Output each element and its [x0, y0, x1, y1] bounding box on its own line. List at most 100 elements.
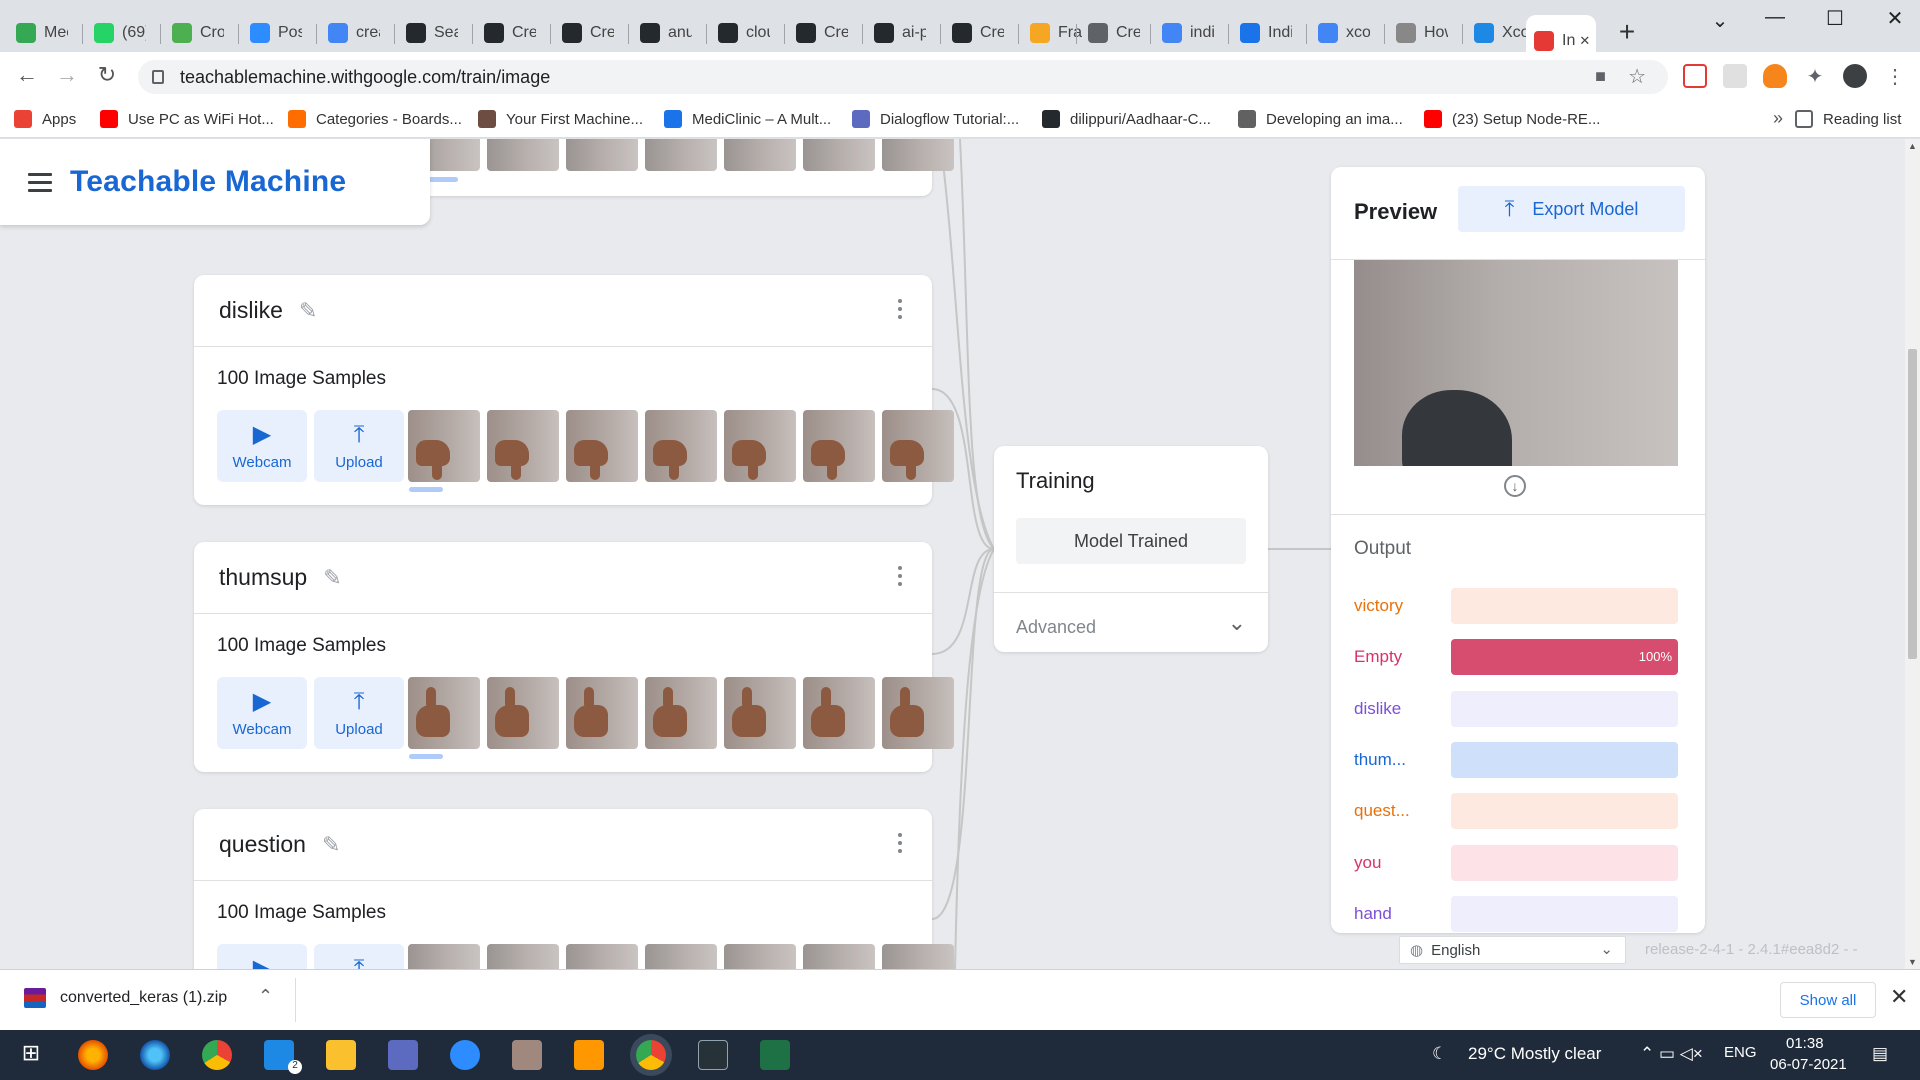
address-bar[interactable]: teachablemachine.withgoogle.com/train/im…	[138, 60, 1668, 94]
bookmark-item[interactable]: dilippuri/Aadhaar-C...	[1042, 110, 1211, 128]
firefox-icon[interactable]	[78, 1040, 108, 1070]
sample-thumbnail[interactable]	[487, 139, 559, 171]
sample-thumbnail[interactable]	[487, 944, 559, 969]
pocket-extension-icon[interactable]	[1683, 64, 1707, 88]
clock-time[interactable]: 01:38	[1786, 1035, 1824, 1052]
tab-1[interactable]: (69)	[86, 15, 146, 51]
scrollbar-thumb[interactable]	[1908, 349, 1917, 659]
more-bookmarks[interactable]: »	[1773, 108, 1783, 129]
train-model-button[interactable]: Model Trained	[1016, 518, 1246, 564]
sample-thumbnail[interactable]	[882, 944, 954, 969]
bookmark-item[interactable]: Apps	[14, 110, 76, 128]
sample-thumbnail[interactable]	[566, 139, 638, 171]
webcam-button[interactable]: ▶Webcam	[217, 677, 307, 749]
close-tab-icon[interactable]: ✕	[1579, 33, 1590, 49]
tab-18[interactable]: How	[1388, 15, 1448, 51]
tab-0[interactable]: Mee	[8, 15, 68, 51]
metamask-icon[interactable]	[1763, 64, 1787, 88]
new-tab-button[interactable]: +	[1612, 18, 1642, 46]
bookmark-item[interactable]: Developing an ima...	[1238, 110, 1403, 128]
hamburger-menu-icon[interactable]	[28, 172, 52, 192]
tab-16[interactable]: Indi	[1232, 15, 1292, 51]
extension-icon[interactable]	[1723, 64, 1747, 88]
clock-date[interactable]: 06-07-2021	[1770, 1056, 1847, 1073]
sample-thumbnail[interactable]	[408, 944, 480, 969]
bookmark-item[interactable]: Categories - Boards...	[288, 110, 462, 128]
zoom-icon[interactable]	[450, 1040, 480, 1070]
sample-thumbnail[interactable]	[408, 677, 480, 749]
close-icon[interactable]: ✕	[1890, 984, 1908, 1010]
sample-thumbnail[interactable]	[803, 677, 875, 749]
more-options-icon[interactable]	[898, 833, 902, 853]
reading-list-button[interactable]: Reading list	[1795, 110, 1901, 128]
upload-button[interactable]: ⤒Upload	[314, 410, 404, 482]
bookmark-item[interactable]: MediClinic – A Mult...	[664, 110, 831, 128]
network-app-icon[interactable]	[388, 1040, 418, 1070]
file-explorer-icon[interactable]	[326, 1040, 356, 1070]
class-name[interactable]: dislike	[219, 297, 283, 324]
sample-thumbnail[interactable]	[882, 410, 954, 482]
notifications-icon[interactable]: ▤	[1872, 1044, 1888, 1064]
tab-9[interactable]: clou	[710, 15, 770, 51]
bookmark-item[interactable]: Your First Machine...	[478, 110, 643, 128]
download-item[interactable]: converted_keras (1).zip	[24, 988, 227, 1008]
edge-icon[interactable]	[140, 1040, 170, 1070]
sample-thumbnail[interactable]	[566, 677, 638, 749]
forward-icon[interactable]: →	[52, 62, 82, 88]
camera-icon[interactable]: ■	[1595, 66, 1606, 87]
tab-14[interactable]: Crea	[1080, 15, 1140, 51]
page-scrollbar[interactable]: ▲ ▼	[1905, 139, 1920, 969]
close-window-button[interactable]: ✕	[1875, 6, 1915, 31]
chrome-icon[interactable]	[202, 1040, 232, 1070]
sample-thumbnail[interactable]	[408, 410, 480, 482]
sample-thumbnail[interactable]	[882, 677, 954, 749]
webcam-button[interactable]: ▶Webcam	[217, 944, 307, 969]
tab-12[interactable]: Crea	[944, 15, 1004, 51]
weather-text[interactable]: 29°C Mostly clear	[1468, 1044, 1601, 1064]
windows-start-icon[interactable]: ⊞	[16, 1040, 46, 1070]
edit-pencil-icon[interactable]: ✎	[323, 565, 341, 591]
terminal-icon[interactable]	[698, 1040, 728, 1070]
reload-icon[interactable]: ↻	[92, 62, 122, 88]
minimize-button[interactable]: —	[1755, 6, 1795, 29]
class-name[interactable]: thumsup	[219, 564, 307, 591]
tab-search-icon[interactable]: ⌄	[1700, 8, 1740, 33]
tab-4[interactable]: crea	[320, 15, 380, 51]
more-options-icon[interactable]	[898, 566, 902, 586]
show-all-button[interactable]: Show all	[1780, 982, 1876, 1018]
edit-pencil-icon[interactable]: ✎	[299, 298, 317, 324]
excel-icon[interactable]	[760, 1040, 790, 1070]
sample-thumbnail[interactable]	[882, 139, 954, 171]
sample-thumbnail[interactable]	[803, 139, 875, 171]
scroll-down-icon[interactable]: ▼	[1908, 957, 1917, 967]
chrome-active-icon[interactable]	[636, 1040, 666, 1070]
tab-15[interactable]: indi	[1154, 15, 1214, 51]
webcam-button[interactable]: ▶Webcam	[217, 410, 307, 482]
upload-button[interactable]: ⤒Upload	[314, 944, 404, 969]
advanced-toggle[interactable]: Advanced	[1016, 617, 1096, 638]
puzzle-icon[interactable]: ✦	[1803, 64, 1827, 88]
upload-button[interactable]: ⤒Upload	[314, 677, 404, 749]
tab-19[interactable]: Xco	[1466, 15, 1526, 51]
sample-thumbnail[interactable]	[645, 677, 717, 749]
tab-13[interactable]: Frau	[1022, 15, 1082, 51]
sample-thumbnail[interactable]	[803, 410, 875, 482]
sample-thumbnail[interactable]	[803, 944, 875, 969]
sample-thumbnail[interactable]	[645, 410, 717, 482]
package-icon[interactable]	[512, 1040, 542, 1070]
sublime-icon[interactable]	[574, 1040, 604, 1070]
sample-thumbnail[interactable]	[645, 944, 717, 969]
avatar[interactable]	[1843, 64, 1867, 88]
back-icon[interactable]: ←	[12, 62, 42, 88]
sample-thumbnail[interactable]	[724, 139, 796, 171]
sample-thumbnail[interactable]	[724, 410, 796, 482]
sample-thumbnail[interactable]	[566, 944, 638, 969]
tab-3[interactable]: Post	[242, 15, 302, 51]
more-options-icon[interactable]	[898, 299, 902, 319]
sample-thumbnail[interactable]	[487, 677, 559, 749]
language-select[interactable]: ◍ English ⌄	[1399, 936, 1626, 964]
tab-8[interactable]: anu	[632, 15, 692, 51]
tab-7[interactable]: Crea	[554, 15, 614, 51]
maximize-button[interactable]: ☐	[1815, 6, 1855, 31]
chevron-down-icon[interactable]: ⌄	[1228, 610, 1246, 636]
